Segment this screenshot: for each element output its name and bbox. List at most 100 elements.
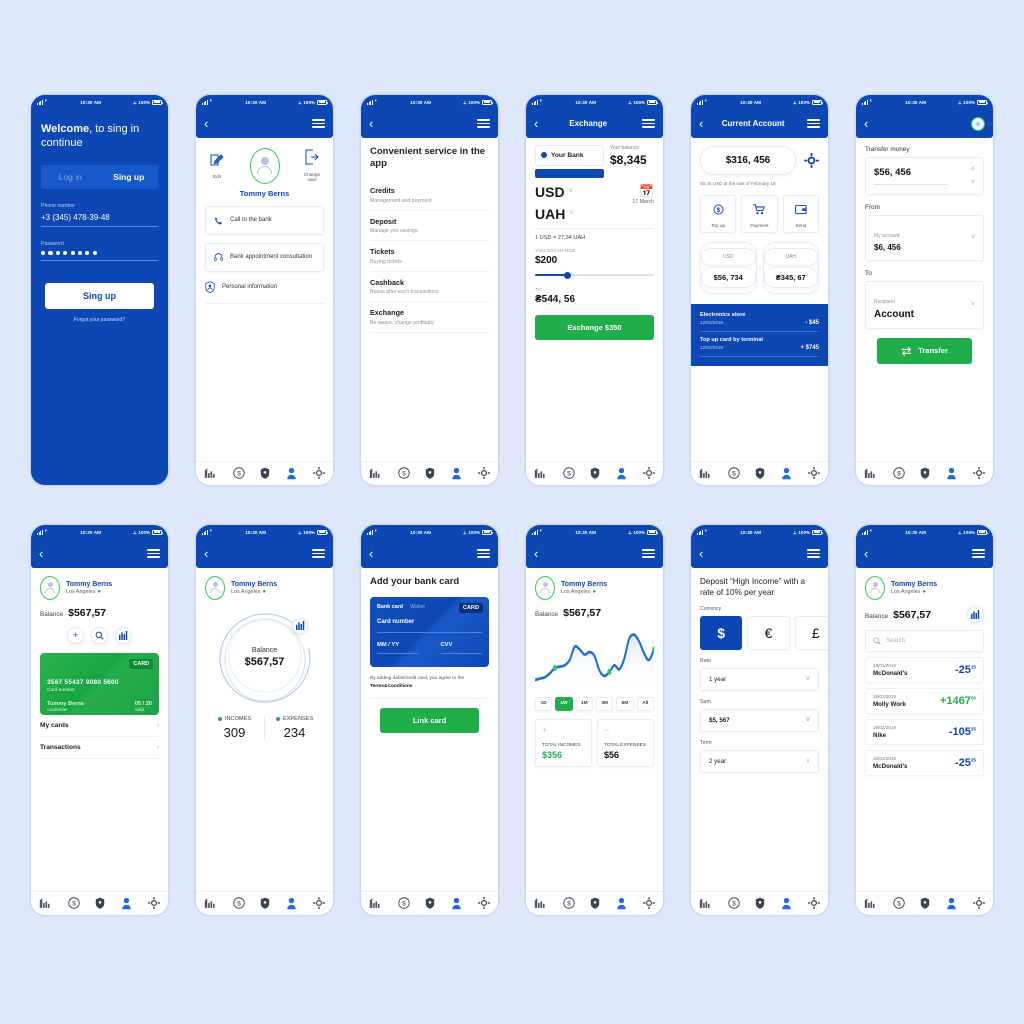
chart-icon[interactable]	[369, 897, 382, 909]
bank-card[interactable]: CARD 3567 55437 9080 5600 Card number To…	[40, 652, 159, 715]
forgot-password-link[interactable]: Forgot your password?	[31, 317, 168, 323]
back-icon[interactable]: ‹	[39, 547, 43, 560]
card-number-input[interactable]: Card number	[377, 619, 482, 634]
my-cards-row[interactable]: My cards ›	[40, 715, 159, 737]
person-icon[interactable]	[286, 897, 297, 910]
person-icon[interactable]	[781, 467, 792, 480]
person-icon[interactable]	[451, 467, 462, 480]
menu-icon[interactable]	[312, 119, 325, 128]
search-icon[interactable]	[91, 626, 108, 644]
gear-icon[interactable]	[478, 467, 491, 479]
gear-icon[interactable]	[313, 897, 326, 909]
transaction-row[interactable]: Top up card by terminal 12/02/2019 + $74…	[700, 337, 819, 357]
chevron-down-icon[interactable]: ˅	[971, 179, 975, 186]
uah-balance[interactable]: UAH ₴345, 67	[762, 241, 819, 294]
back-icon[interactable]: ‹	[369, 117, 373, 130]
shield-icon[interactable]	[95, 897, 105, 910]
slider-knob[interactable]	[563, 271, 571, 279]
currency-from-select[interactable]: USD ˅	[535, 184, 573, 200]
gear-icon[interactable]	[973, 897, 986, 909]
currency-gbp[interactable]: £	[794, 616, 828, 651]
service-item[interactable]: Deposit Manage you savings	[370, 211, 489, 242]
shield-icon[interactable]	[755, 467, 765, 480]
person-icon[interactable]	[946, 467, 957, 480]
back-icon[interactable]: ‹	[864, 117, 868, 130]
personal-info-row[interactable]: Personal information	[205, 280, 324, 304]
back-icon[interactable]: ‹	[204, 547, 208, 560]
currency-usd[interactable]: $	[700, 616, 743, 651]
total-incomes-card[interactable]: + TOTAL INCOMES $356	[535, 718, 592, 767]
chart-icon[interactable]	[534, 467, 547, 479]
service-item[interactable]: Tickets Buying tickets	[370, 241, 489, 272]
from-field[interactable]: My account $6, 456 ˅	[865, 214, 984, 261]
person-icon[interactable]	[616, 467, 627, 480]
gear-icon[interactable]	[643, 897, 656, 909]
menu-icon[interactable]	[807, 119, 820, 128]
range-6m[interactable]: 6M	[616, 696, 634, 711]
dollar-icon[interactable]: $	[397, 467, 410, 479]
dollar-icon[interactable]: $	[892, 467, 905, 479]
service-item[interactable]: Exchange Be aware, change profitably	[370, 302, 489, 333]
shield-icon[interactable]	[920, 467, 930, 480]
shield-icon[interactable]	[590, 897, 600, 910]
amount-field[interactable]: $56, 456 ˄ ˅	[865, 156, 984, 195]
menu-icon[interactable]	[477, 119, 490, 128]
usd-balance[interactable]: USD $56, 734	[700, 241, 757, 294]
range-all[interactable]: All	[636, 696, 654, 711]
transfer-button[interactable]: Transfer	[877, 337, 972, 364]
dollar-icon[interactable]: $	[562, 467, 575, 479]
menu-icon[interactable]	[807, 549, 820, 558]
person-icon[interactable]	[946, 897, 957, 910]
chart-icon[interactable]	[369, 467, 382, 479]
shield-icon[interactable]	[425, 467, 435, 480]
transactions-row[interactable]: Transactions ›	[40, 737, 159, 759]
gear-icon[interactable]	[643, 467, 656, 479]
dollar-icon[interactable]: $	[232, 467, 245, 479]
back-icon[interactable]: ‹	[864, 547, 868, 560]
shield-icon[interactable]	[755, 897, 765, 910]
gear-icon[interactable]	[313, 467, 326, 479]
back-icon[interactable]: ‹	[369, 547, 373, 560]
edit-action[interactable]: Edit	[206, 151, 228, 179]
term-select[interactable]: 2 year ˅	[700, 750, 819, 774]
search-field[interactable]: Search	[865, 629, 984, 652]
person-icon[interactable]	[781, 897, 792, 910]
gear-icon[interactable]	[148, 897, 161, 909]
link-card-button[interactable]: Link card	[380, 707, 479, 733]
to-field[interactable]: Recipient Account ˅	[865, 280, 984, 329]
gear-icon[interactable]	[478, 897, 491, 909]
currency-to-select[interactable]: UAH ˅	[535, 206, 573, 222]
back-icon[interactable]: ‹	[204, 117, 208, 130]
transaction-row[interactable]: 18/01/2019 Molly Work +146700	[865, 687, 984, 714]
dollar-icon[interactable]: $	[67, 897, 80, 909]
shield-icon[interactable]	[590, 467, 600, 480]
dollar-icon[interactable]: $	[232, 897, 245, 909]
shield-icon[interactable]	[260, 897, 270, 910]
stepper[interactable]: ˄ ˅	[971, 166, 975, 186]
chart-icon[interactable]	[864, 467, 877, 479]
tab-signup[interactable]: Sing up	[99, 164, 158, 189]
terms-link[interactable]: Terms&Conditions	[370, 684, 413, 689]
send-action[interactable]: Send	[782, 194, 819, 233]
change-user-action[interactable]: Change user	[301, 149, 323, 182]
tab-bank-card[interactable]: Bank card	[377, 604, 403, 610]
sum-select[interactable]: $5, 567 ˅	[700, 709, 819, 733]
shield-icon[interactable]	[920, 897, 930, 910]
menu-icon[interactable]	[147, 549, 160, 558]
shield-icon[interactable]	[260, 467, 270, 480]
chart-icon[interactable]	[204, 897, 217, 909]
person-icon[interactable]	[616, 897, 627, 910]
service-item[interactable]: Cashback Bonus after each transactions	[370, 272, 489, 303]
menu-icon[interactable]	[477, 549, 490, 558]
person-icon[interactable]	[121, 897, 132, 910]
menu-icon[interactable]	[972, 549, 985, 558]
chart-icon[interactable]	[699, 467, 712, 479]
chart-icon[interactable]	[699, 897, 712, 909]
transaction-row[interactable]: 18/01/2019 McDonald's -2525	[865, 656, 984, 683]
cvv-input[interactable]: CVV	[440, 642, 482, 655]
back-icon[interactable]: ‹	[699, 547, 703, 560]
you-exchange-value[interactable]: $200	[535, 255, 654, 266]
gear-icon[interactable]	[804, 152, 819, 168]
transaction-row[interactable]: 18/01/2019 McDonald's -2525	[865, 749, 984, 776]
calendar-icon[interactable]: 📅	[632, 184, 654, 198]
